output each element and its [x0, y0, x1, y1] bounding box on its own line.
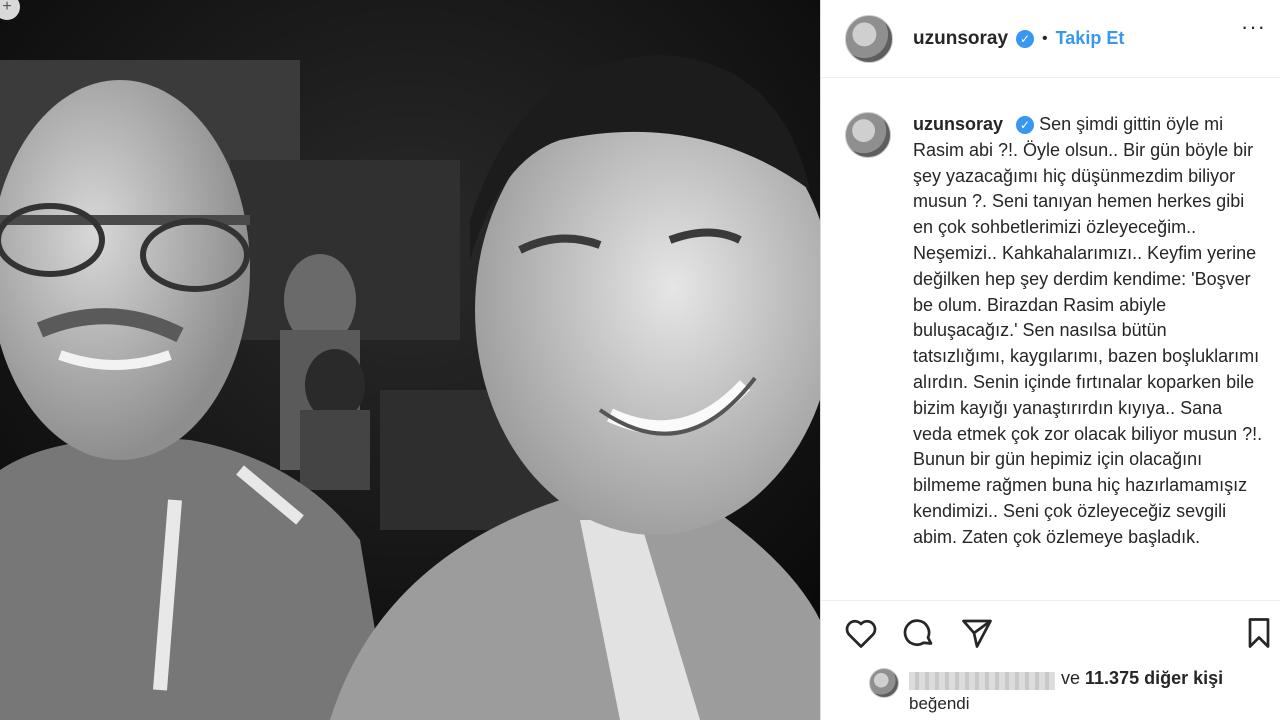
post-photo[interactable]: +: [0, 0, 820, 720]
username-link[interactable]: uzunsoray: [913, 28, 1008, 50]
post-header: uzunsoray ✓ • Takip Et ···: [821, 0, 1280, 78]
caption-text: uzunsoray ✓ Sen şimdi gittin öyle mi Ras…: [913, 112, 1263, 594]
caption: uzunsoray ✓ Sen şimdi gittin öyle mi Ras…: [845, 112, 1266, 594]
likes-section: ve 11.375 diğer kişi beğendi: [845, 664, 1260, 720]
likes-connector: ve: [1061, 668, 1081, 688]
separator-dot: •: [1042, 29, 1048, 47]
paper-plane-icon[interactable]: [959, 615, 995, 651]
likes-others-link[interactable]: 11.375 diğer kişi: [1085, 668, 1223, 688]
post-sidebar: uzunsoray ✓ • Takip Et ··· uzunsoray ✓ S…: [820, 0, 1280, 720]
caption-avatar[interactable]: [845, 112, 891, 158]
instagram-post: + uzunsoray ✓ • Takip Et ··· uzunsoray ✓…: [0, 0, 1280, 720]
likes-summary: ve 11.375 diğer kişi: [1061, 668, 1223, 689]
liker-name-blurred: [909, 672, 1055, 690]
action-bar: [821, 600, 1280, 663]
comment-icon[interactable]: [901, 615, 937, 651]
caption-body: Sen şimdi gittin öyle mi Rasim abi ?!. Ö…: [913, 114, 1263, 547]
verified-badge-icon: ✓: [1016, 116, 1035, 135]
follow-button[interactable]: Takip Et: [1056, 28, 1125, 49]
bookmark-icon[interactable]: [1241, 615, 1277, 651]
avatar[interactable]: [845, 14, 893, 63]
selfie-image: [0, 0, 820, 720]
verified-badge-icon: ✓: [1016, 29, 1035, 48]
caption-username-link[interactable]: uzunsoray: [913, 114, 1003, 134]
heart-icon[interactable]: [843, 615, 879, 651]
liked-label: beğendi: [909, 694, 970, 713]
liker-avatar[interactable]: [869, 668, 899, 698]
more-options-icon[interactable]: ···: [1241, 14, 1266, 40]
